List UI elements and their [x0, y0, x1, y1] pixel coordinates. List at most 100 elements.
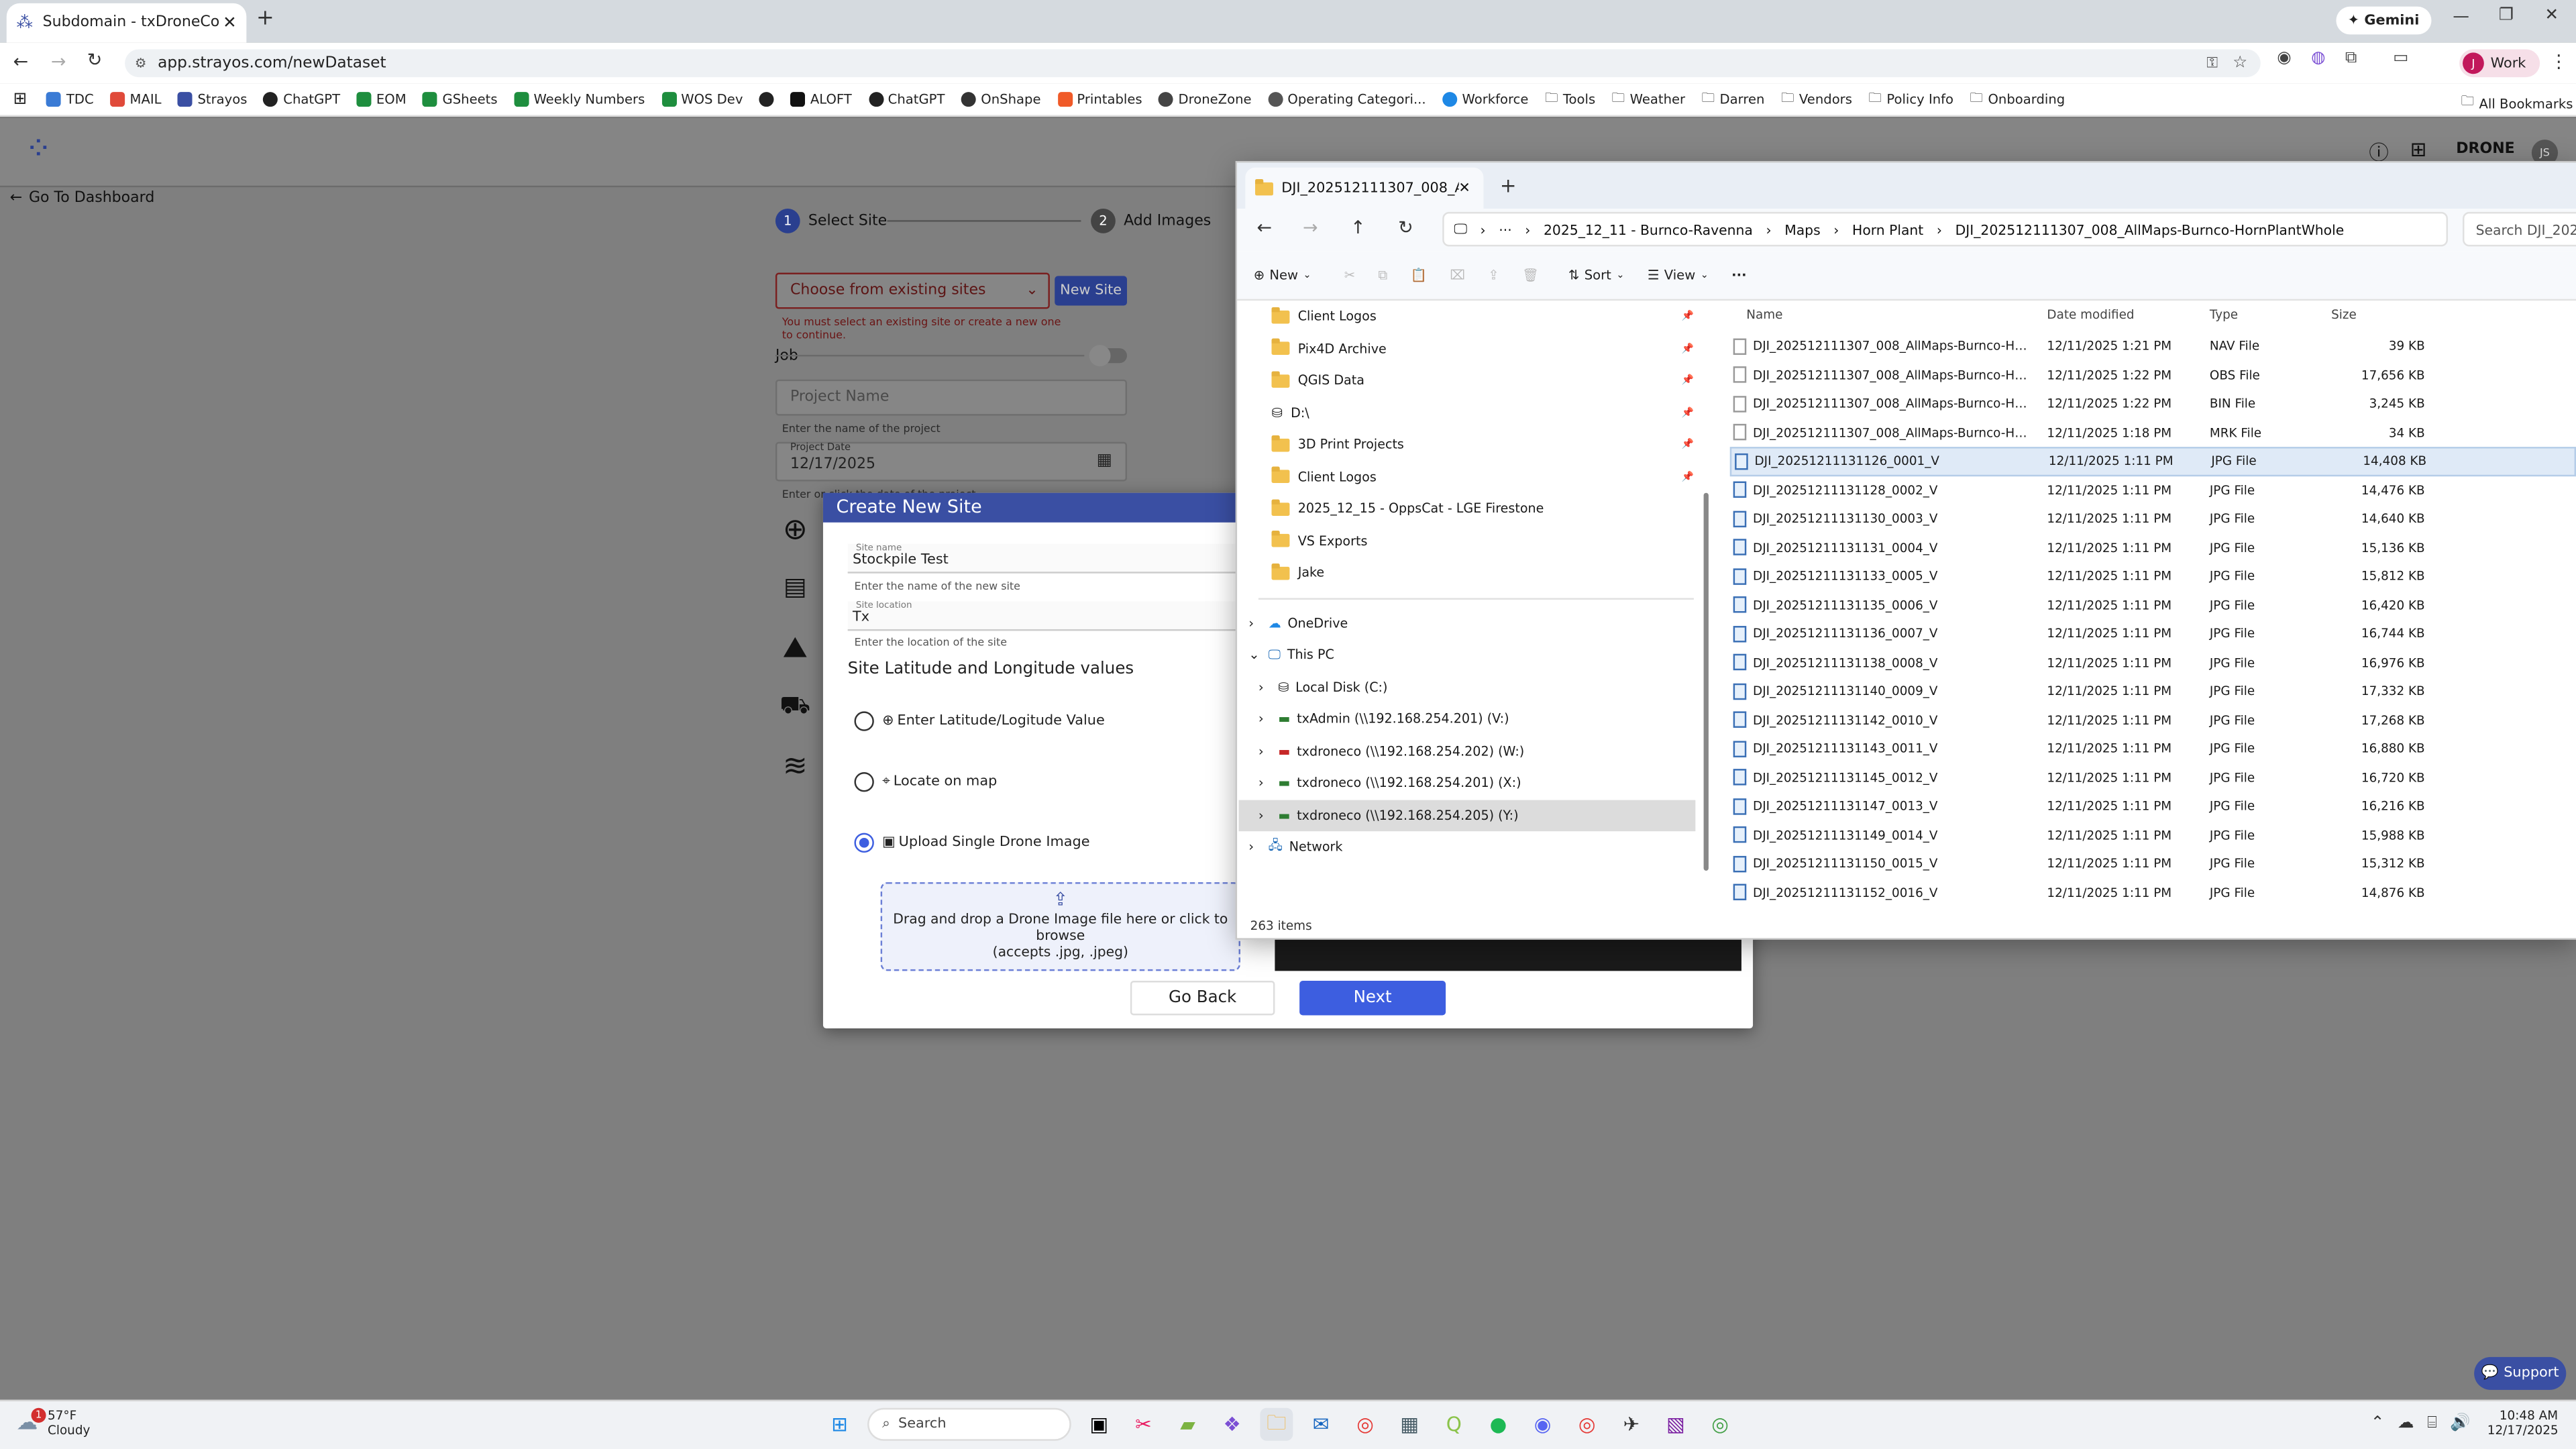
back-icon[interactable]: ←	[1256, 217, 1272, 238]
snipping-tool-icon[interactable]: ✂	[1127, 1408, 1160, 1441]
bookmark[interactable]: ChatGPT	[263, 92, 340, 107]
breadcrumb-item[interactable]: DJI_202512111307_008_AllMaps-Burnco-Horn…	[1955, 221, 2345, 237]
file-explorer-icon[interactable]: 🗀	[1260, 1407, 1293, 1441]
taskbar-search[interactable]: ⌕ Search	[867, 1407, 1071, 1441]
app-icon[interactable]: ▰	[1171, 1408, 1204, 1441]
spotify-icon[interactable]: ●	[1482, 1408, 1515, 1441]
site-location-input[interactable]: Site location Tx	[847, 601, 1242, 631]
strayos-logo-icon[interactable]: ⁘	[25, 128, 52, 168]
task-view-icon[interactable]: ▣	[1083, 1408, 1116, 1441]
reload-icon[interactable]: ↻	[87, 49, 103, 70]
back-icon[interactable]: ←	[13, 51, 29, 72]
file-row[interactable]: DJI_20251211131138_0008_V 12/11/2025 1:11…	[1730, 648, 2576, 677]
bookmark[interactable]: Workforce	[1442, 92, 1528, 107]
quick-access-item[interactable]: VS Exports	[1248, 525, 1700, 557]
tree-item-this-pc[interactable]: ⌄ 🖵 This PC	[1248, 639, 1700, 672]
job-toggle[interactable]	[1089, 345, 1128, 367]
bookmark[interactable]: DroneZone	[1159, 92, 1252, 107]
go-back-button[interactable]: Go Back	[1130, 981, 1275, 1016]
help-icon[interactable]: ⓘ	[2369, 138, 2388, 166]
breadcrumb-item[interactable]: Horn Plant	[1852, 221, 1923, 237]
restore-icon[interactable]: ❐	[2499, 7, 2514, 25]
chrome-icon[interactable]: ◎	[1570, 1408, 1603, 1441]
go-to-dashboard-link[interactable]: ← Go To Dashboard	[10, 191, 155, 207]
file-row[interactable]: DJI_20251211131136_0007_V 12/11/2025 1:11…	[1730, 619, 2576, 648]
quick-access-item[interactable]: QGIS Data 📌	[1248, 365, 1700, 397]
nav-scrollbar[interactable]	[1703, 492, 1709, 871]
tree-item-drive[interactable]: › ⛁ Local Disk (C:)	[1248, 671, 1700, 703]
file-row[interactable]: DJI_20251211131140_0009_V 12/11/2025 1:11…	[1730, 677, 2576, 706]
site-info-icon[interactable]: ⚙	[135, 56, 147, 70]
bookmark-folder[interactable]: 🗀 Tools	[1545, 88, 1595, 111]
support-button[interactable]: 💬 Support	[2474, 1356, 2567, 1390]
weather-widget[interactable]: ☁ 57°F Cloudy 1	[16, 1407, 90, 1438]
explorer-tab[interactable]: DJI_202512111307_008_AllMap ✕	[1245, 167, 1484, 209]
option-upload-image[interactable]: ▣ Upload Single Drone Image	[854, 833, 1090, 853]
sort-button[interactable]: ⇅ Sort ⌄	[1568, 268, 1625, 282]
file-row[interactable]: DJI_20251211131128_0002_V 12/11/2025 1:11…	[1730, 476, 2576, 504]
all-bookmarks[interactable]: 🗀 All Bookmarks	[2461, 92, 2573, 115]
close-window-icon[interactable]: ✕	[2544, 7, 2559, 25]
windows-start-icon[interactable]: ⊞	[823, 1408, 856, 1441]
apps-grid-icon[interactable]: ⊞	[2410, 138, 2427, 161]
calculator-icon[interactable]: ▦	[1393, 1408, 1426, 1441]
quick-access-item[interactable]: ⛁ D:\ 📌	[1248, 396, 1700, 429]
file-row[interactable]: DJI_202512111307_008_AllMaps-Burnco-Horn…	[1730, 389, 2576, 418]
next-button[interactable]: Next	[1299, 981, 1446, 1016]
clock[interactable]: 10:48 AM 12/17/2025	[2487, 1408, 2559, 1438]
new-site-button[interactable]: New Site	[1055, 276, 1128, 306]
side-panel-icon[interactable]: ▭	[2393, 49, 2408, 67]
app-icon[interactable]: ▧	[1659, 1408, 1692, 1441]
column-size[interactable]: Size	[2331, 307, 2443, 321]
file-row[interactable]: DJI_20251211131145_0012_V 12/11/2025 1:11…	[1730, 763, 2576, 792]
browser-tab[interactable]: ⁂ Subdomain - txDroneCo - Dem ✕	[6, 3, 247, 43]
rename-icon[interactable]: ⌧	[1450, 268, 1465, 282]
bookmark-star-icon[interactable]: ☆	[2233, 54, 2247, 72]
file-row[interactable]: DJI_20251211131147_0013_V 12/11/2025 1:11…	[1730, 792, 2576, 820]
file-row[interactable]: DJI_20251211131142_0010_V 12/11/2025 1:11…	[1730, 706, 2576, 735]
quick-access-item[interactable]: Jake	[1248, 557, 1700, 589]
bookmark[interactable]: MAIL	[110, 92, 162, 107]
share-icon[interactable]: ⇪	[1488, 268, 1499, 282]
project-name-input[interactable]: Project Name	[775, 379, 1128, 416]
bookmark[interactable]: Strayos	[178, 92, 247, 107]
bookmark[interactable]	[759, 92, 774, 107]
search-box[interactable]: Search DJI_2025	[2463, 211, 2576, 247]
network-icon[interactable]: ⌸	[2427, 1415, 2437, 1433]
file-row[interactable]: DJI_20251211131133_0005_V 12/11/2025 1:11…	[1730, 562, 2576, 591]
bookmark[interactable]: Weekly Numbers	[514, 92, 645, 107]
new-tab-button[interactable]: +	[256, 7, 274, 32]
bookmark-folder[interactable]: 🗀 Onboarding	[1970, 88, 2065, 111]
bookmark[interactable]: WOS Dev	[661, 92, 743, 107]
bookmark[interactable]: Operating Categori...	[1268, 92, 1426, 107]
bookmark[interactable]: ALOFT	[790, 92, 852, 107]
quick-access-item[interactable]: Pix4D Archive 📌	[1248, 333, 1700, 365]
bookmark[interactable]: GSheets	[423, 92, 498, 107]
close-tab-icon[interactable]: ✕	[223, 14, 237, 32]
file-row[interactable]: DJI_20251211131143_0011_V 12/11/2025 1:11…	[1730, 735, 2576, 763]
refresh-icon[interactable]: ↻	[1398, 217, 1413, 238]
chevron-up-icon[interactable]: ⌃	[2371, 1415, 2385, 1433]
column-date[interactable]: Date modified	[2047, 307, 2134, 321]
up-icon[interactable]: ↑	[1350, 217, 1366, 238]
drone-app-icon[interactable]: ✈	[1615, 1408, 1648, 1441]
drop-zone[interactable]: ⇪ Drag and drop a Drone Image file here …	[880, 882, 1240, 971]
file-row[interactable]: DJI_20251211131150_0015_V 12/11/2025 1:11…	[1730, 849, 2576, 878]
bookmark-folder[interactable]: 🗀 Darren	[1702, 88, 1765, 111]
outlook-icon[interactable]: ✉	[1304, 1408, 1337, 1441]
quick-access-item[interactable]: 2025_12_15 - OppsCat - LGE Firestone	[1248, 493, 1700, 525]
calendar-icon[interactable]: ▦	[1097, 451, 1112, 470]
file-row[interactable]: DJI_20251211131131_0004_V 12/11/2025 1:11…	[1730, 533, 2576, 562]
onedrive-icon[interactable]: ☁	[2398, 1415, 2414, 1433]
file-row-selected[interactable]: DJI_20251211131126_0001_V 12/11/2025 1:11…	[1729, 447, 2576, 476]
new-tab-button[interactable]: +	[1500, 174, 1517, 197]
tree-item-drive[interactable]: › ▬ txAdmin (\\192.168.254.201) (V:)	[1248, 703, 1700, 735]
delete-icon[interactable]: 🗑	[1522, 268, 1539, 282]
quick-access-item[interactable]: 3D Print Projects 📌	[1248, 429, 1700, 461]
copy-icon[interactable]: ⧉	[1378, 267, 1387, 283]
radio-button-selected[interactable]	[854, 833, 874, 853]
column-type[interactable]: Type	[2210, 307, 2238, 321]
new-button[interactable]: ⊕ New ⌄	[1254, 268, 1311, 282]
address-bar[interactable]: ⚙ app.strayos.com/newDataset ☆ ⚿	[125, 49, 2261, 78]
forward-icon[interactable]: →	[1303, 217, 1318, 238]
